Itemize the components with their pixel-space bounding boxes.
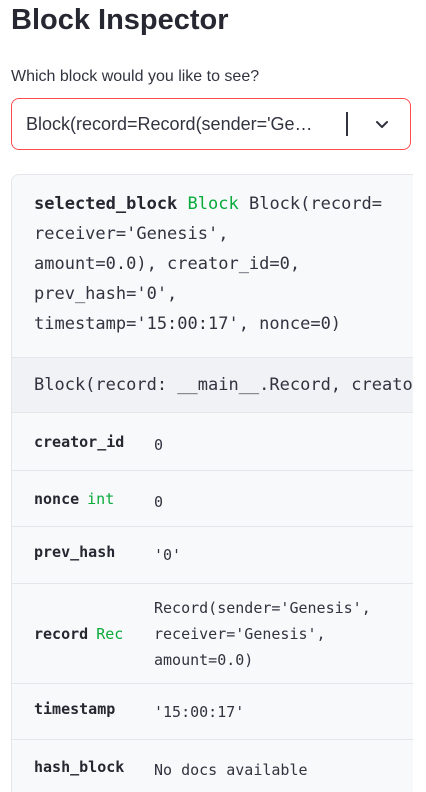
attr-value: 0 — [154, 492, 164, 511]
attr-name: timestamp — [34, 699, 116, 718]
variable-repr-first: Block(record= — [238, 194, 383, 214]
attr-name: prev_hash — [34, 543, 116, 561]
attr-value: 0 — [154, 435, 164, 454]
variable-type: Block — [187, 194, 239, 214]
block-select[interactable]: Block(record=Record(sender='Ge… — [11, 98, 411, 150]
attr-value: '0' — [154, 546, 182, 564]
attr-name: creator_id — [34, 432, 125, 451]
attr-name: record Rec — [34, 624, 124, 643]
attr-name: hash_block — [34, 757, 125, 776]
page-title: Block Inspector — [11, 4, 229, 36]
object-inspector: selected_block Block Block(record= recei… — [11, 174, 413, 792]
block-select-value[interactable]: Block(record=Record(sender='Ge… — [12, 114, 342, 135]
inspector-header: selected_block Block Block(record= recei… — [12, 175, 413, 357]
chevron-down-icon[interactable] — [364, 106, 400, 142]
attr-row-record: record Rec Record(sender='Genesis', recei… — [12, 584, 413, 684]
attr-row-creator-id: creator_id 0 — [12, 413, 413, 471]
attr-row-timestamp: timestamp '15:00:17' — [12, 684, 413, 740]
attr-name: nonce int — [34, 489, 115, 508]
class-signature: Block(record: __main__.Record, creator_i… — [12, 357, 413, 413]
variable-name: selected_block — [34, 194, 178, 214]
block-select-label: Which block would you like to see? — [11, 68, 260, 85]
text-cursor — [346, 112, 348, 136]
attr-value: No docs available — [154, 760, 308, 779]
attr-row-hash-block: hash_block No docs available — [12, 740, 413, 792]
attr-row-nonce: nonce int 0 — [12, 471, 413, 527]
attr-value: Record(sender='Genesis', receiver='Genes… — [154, 598, 371, 669]
attr-value: '15:00:17' — [154, 702, 245, 721]
variable-repr: receiver='Genesis', amount=0.0), creator… — [34, 224, 342, 334]
attr-row-prev-hash: prev_hash '0' — [12, 527, 413, 584]
